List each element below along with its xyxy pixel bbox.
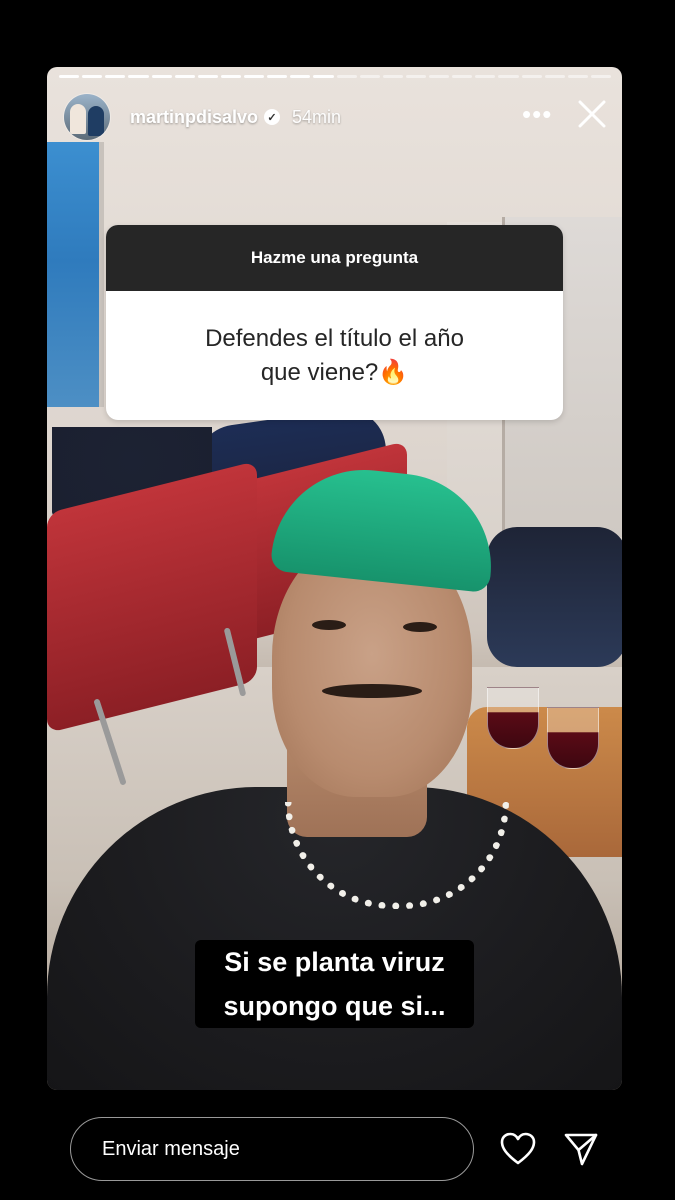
progress-segment — [336, 75, 357, 78]
story-header: martinpdisalvo ✓ 54min ••• — [64, 92, 614, 142]
progress-segment — [244, 75, 265, 78]
progress-segment — [382, 75, 403, 78]
progress-segment — [220, 75, 241, 78]
progress-segment — [59, 75, 80, 78]
question-sticker[interactable]: Hazme una pregunta Defendes el título el… — [106, 225, 563, 420]
message-input-placeholder: Enviar mensaje — [102, 1137, 240, 1160]
background-window — [47, 142, 104, 407]
question-sticker-prompt: Hazme una pregunta — [106, 225, 563, 291]
avatar[interactable] — [64, 94, 110, 140]
progress-segment — [359, 75, 380, 78]
progress-segment — [197, 75, 218, 78]
progress-segment — [429, 75, 450, 78]
caption-text: Si se planta viruz supongo que si... — [223, 947, 446, 1021]
story-progress-bar — [59, 75, 611, 78]
progress-segment — [567, 75, 588, 78]
close-icon[interactable] — [576, 98, 608, 130]
verified-badge-icon: ✓ — [264, 109, 281, 125]
progress-segment — [521, 75, 542, 78]
heart-icon[interactable] — [500, 1132, 536, 1166]
progress-segment — [105, 75, 126, 78]
question-text: Defendes el título el año que viene?🔥 — [205, 324, 464, 386]
username[interactable]: martinpdisalvo — [130, 107, 258, 128]
progress-segment — [590, 75, 611, 78]
progress-segment — [290, 75, 311, 78]
ellipsis-icon[interactable]: ••• — [522, 101, 552, 127]
message-input[interactable]: Enviar mensaje — [70, 1117, 474, 1181]
progress-segment — [151, 75, 172, 78]
background-person — [487, 527, 622, 667]
progress-segment — [174, 75, 195, 78]
post-time: 54min — [292, 106, 342, 127]
send-icon[interactable] — [563, 1131, 599, 1167]
progress-segment — [452, 75, 473, 78]
story-caption: Si se planta viruz supongo que si... — [195, 940, 474, 1028]
wine-glass — [547, 707, 599, 769]
progress-segment — [267, 75, 288, 78]
progress-segment — [82, 75, 103, 78]
eye — [312, 620, 346, 630]
story-image[interactable] — [47, 67, 622, 1090]
mustache — [322, 684, 422, 698]
question-sticker-body: Defendes el título el año que viene?🔥 — [106, 291, 563, 420]
progress-segment — [128, 75, 149, 78]
progress-segment — [313, 75, 334, 78]
progress-segment — [498, 75, 519, 78]
progress-segment — [405, 75, 426, 78]
wine-glass — [487, 687, 539, 749]
progress-segment — [475, 75, 496, 78]
progress-segment — [544, 75, 565, 78]
eye — [403, 622, 437, 632]
